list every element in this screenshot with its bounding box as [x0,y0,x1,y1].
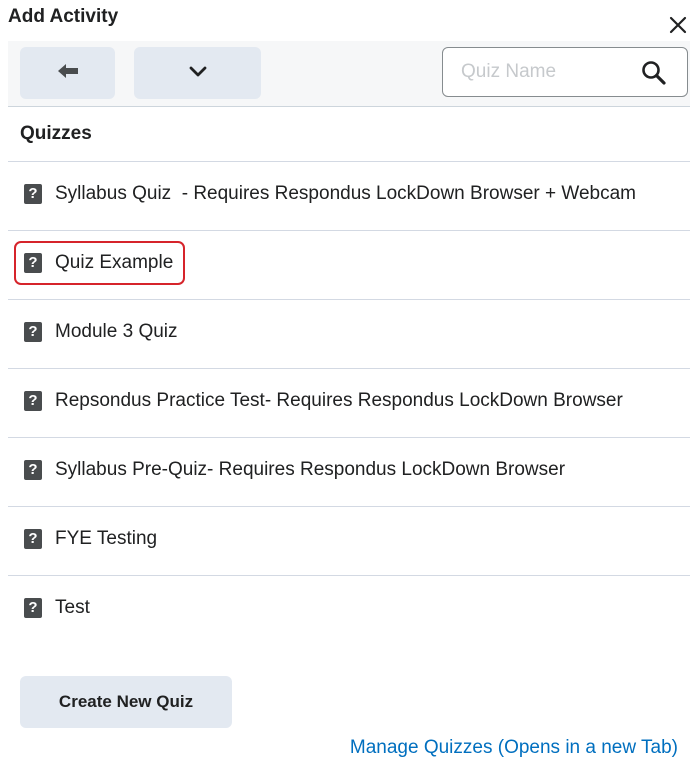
quiz-question-icon: ? [24,529,42,549]
dialog-title: Add Activity [8,6,119,27]
quiz-question-icon: ? [24,460,42,480]
chevron-down-icon [189,64,207,82]
quiz-question-icon: ? [24,598,42,618]
quiz-question-icon: ? [24,253,42,273]
create-new-quiz-button[interactable]: Create New Quiz [20,676,232,728]
more-actions-button[interactable] [134,47,261,99]
back-button[interactable] [20,47,115,99]
quiz-question-icon: ? [24,391,42,411]
list-item-label: Module 3 Quiz [55,321,178,342]
list-item[interactable]: ? Syllabus Pre-Quiz- Requires Respondus … [8,438,690,507]
quiz-search-input[interactable] [451,56,651,88]
quiz-question-icon: ? [24,184,42,204]
list-item-label: Quiz Example [55,252,174,273]
arrow-left-icon [57,63,79,84]
list-item[interactable]: ? Test [8,576,690,645]
list-item[interactable]: ? Module 3 Quiz [8,300,690,369]
list-item[interactable]: ? Repsondus Practice Test- Requires Resp… [8,369,690,438]
list-item-label: Syllabus Pre-Quiz- Requires Respondus Lo… [55,459,566,480]
list-item-label: Repsondus Practice Test- Requires Respon… [55,390,623,411]
manage-quizzes-link[interactable]: Manage Quizzes (Opens in a new Tab) [350,737,678,759]
list-item[interactable]: ? Syllabus Quiz - Requires Respondus Loc… [8,162,690,231]
quiz-search-box [442,47,688,97]
close-icon[interactable] [668,12,688,36]
list-item-label: Syllabus Quiz - Requires Respondus LockD… [55,183,636,204]
quiz-list: Quizzes ? Syllabus Quiz - Requires Respo… [8,107,690,645]
list-item-highlighted[interactable]: ? Quiz Example [8,231,690,300]
quiz-question-icon: ? [24,322,42,342]
add-activity-dialog: Add Activity Quiz Name Quizzes ? Syllabu… [0,0,690,769]
list-item[interactable]: ? FYE Testing [8,507,690,576]
list-header: Quizzes [8,107,690,162]
search-icon[interactable] [641,60,667,86]
list-item-label: Test [55,597,90,618]
list-item-label: FYE Testing [55,528,158,549]
toolbar [8,41,690,107]
